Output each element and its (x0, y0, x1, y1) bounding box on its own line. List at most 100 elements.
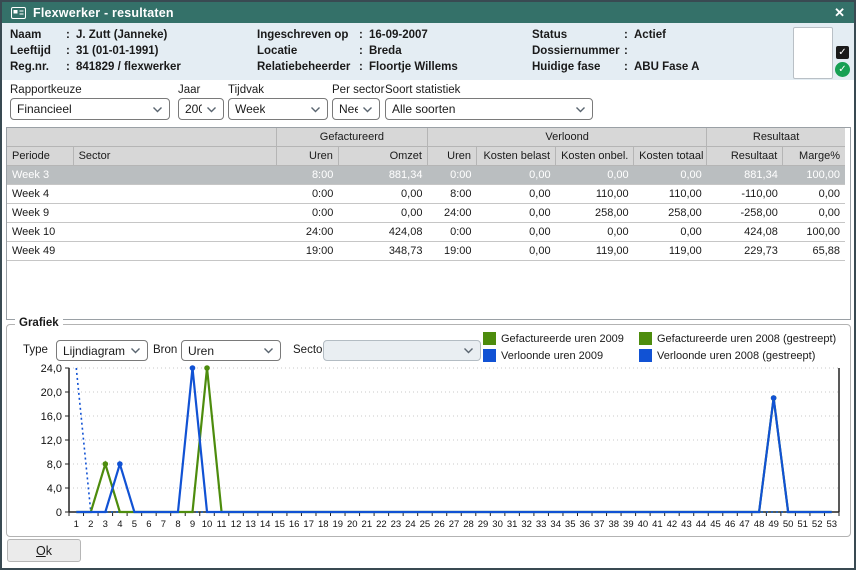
info-label: Ingeschreven op (257, 27, 359, 43)
table-cell: 0,00 (477, 242, 556, 261)
data-point (117, 461, 123, 467)
type-dropdown[interactable]: Lijndiagram (56, 340, 148, 361)
table-row[interactable]: Week 40:000,008:000,00110,00110,00-110,0… (7, 185, 845, 204)
group-header-cell: Resultaat (707, 128, 845, 147)
x-tick-label: 39 (623, 519, 634, 530)
table-cell: 881,34 (338, 166, 427, 185)
x-tick-label: 13 (245, 519, 256, 530)
x-tick-label: 41 (652, 519, 663, 530)
x-tick-label: 8 (175, 519, 180, 530)
table-group-header-row: GefactureerdVerloondResultaat (7, 128, 845, 147)
table-cell: 100,00 (783, 166, 845, 185)
x-tick-label: 22 (376, 519, 387, 530)
table-cell: 0,00 (338, 185, 427, 204)
table-cell (73, 223, 276, 242)
table-row[interactable]: Week 90:000,0024:000,00258,00258,00-258,… (7, 204, 845, 223)
filter-label-tijdvak: Tijdvak (228, 84, 264, 96)
column-header-cell: Uren (427, 147, 476, 166)
info-colon: : (359, 59, 369, 75)
ok-button[interactable]: Ok (7, 539, 81, 562)
info-value: Actief (634, 27, 666, 43)
chevron-down-icon (148, 106, 163, 113)
dropdown-value: 2009 (185, 102, 202, 116)
table-cell: 100,00 (783, 223, 845, 242)
table-cell: 0,00 (556, 166, 634, 185)
person-info-row: Leeftijd:31 (01-01-1991) (10, 43, 181, 59)
tijdvak-dropdown[interactable]: Week (228, 98, 328, 120)
x-tick-label: 16 (289, 519, 300, 530)
table-cell: 0,00 (634, 223, 707, 242)
table-cell: 110,00 (556, 185, 634, 204)
x-tick-label: 33 (536, 519, 547, 530)
column-header-cell: Kosten belast (477, 147, 556, 166)
close-icon[interactable]: ✕ (834, 2, 845, 23)
x-tick-label: 46 (725, 519, 736, 530)
y-tick-label: 4,0 (47, 483, 62, 495)
legend-item: Verloonde uren 2008 (gestreept) (639, 349, 836, 362)
chevron-down-icon (259, 347, 274, 354)
titlebar: Flexwerker - resultaten ✕ (2, 2, 854, 23)
y-tick-label: 12,0 (41, 435, 62, 447)
legend-swatch (483, 349, 496, 362)
legend-item: Verloonde uren 2009 (483, 349, 631, 362)
bron-dropdown[interactable]: Uren (181, 340, 281, 361)
flexwerker-results-window: Flexwerker - resultaten ✕ Naam:J. Zutt (… (0, 0, 856, 570)
table-cell: 0,00 (477, 166, 556, 185)
chevron-down-icon (306, 106, 321, 113)
x-tick-label: 45 (710, 519, 721, 530)
info-value: Breda (369, 43, 402, 59)
x-tick-label: 15 (274, 519, 285, 530)
rapportkeuze-dropdown[interactable]: Financieel (10, 98, 170, 120)
table-cell (73, 242, 276, 261)
filter-label-per-sector: Per sector (332, 84, 384, 96)
dropdown-value: Alle soorten (392, 102, 455, 116)
legend-label: Gefactureerde uren 2008 (gestreept) (657, 333, 836, 345)
data-point (771, 395, 777, 401)
table-cell: 424,08 (338, 223, 427, 242)
jaar-dropdown[interactable]: 2009 (178, 98, 224, 120)
column-header-cell: Periode (7, 147, 73, 166)
group-header-cell: Gefactureerd (276, 128, 427, 147)
column-header-cell: Marge% (783, 147, 845, 166)
x-tick-label: 50 (783, 519, 794, 530)
table-row[interactable]: Week 38:00881,340:000,000,000,00881,3410… (7, 166, 845, 185)
results-table-wrap: GefactureerdVerloondResultaatPeriodeSect… (6, 127, 851, 320)
data-point (103, 461, 109, 467)
x-tick-label: 51 (797, 519, 808, 530)
info-value: 16-09-2007 (369, 27, 428, 43)
table-cell: 0,00 (783, 185, 845, 204)
x-tick-label: 52 (812, 519, 823, 530)
person-info-col-2: Ingeschreven op:16-09-2007Locatie:BredaR… (257, 27, 458, 75)
per-sector-dropdown[interactable]: Nee (332, 98, 380, 120)
table-row[interactable]: Week 1024:00424,080:000,000,000,00424,08… (7, 223, 845, 242)
soort-statistiek-dropdown[interactable]: Alle soorten (385, 98, 593, 120)
table-cell: 258,00 (556, 204, 634, 223)
photo-placeholder (793, 27, 833, 79)
x-tick-label: 36 (579, 519, 590, 530)
dropdown-value: Financieel (17, 102, 72, 116)
info-label: Dossiernummer (532, 43, 624, 59)
grafiek-box-label: Grafiek (15, 317, 63, 329)
x-tick-label: 9 (190, 519, 195, 530)
person-info-panel: Naam:J. Zutt (Janneke)Leeftijd:31 (01-01… (2, 23, 854, 82)
info-colon: : (624, 59, 634, 75)
column-header-cell: Omzet (338, 147, 427, 166)
group-header-cell (7, 128, 276, 147)
info-label: Huidige fase (532, 59, 624, 75)
chevron-down-icon (459, 347, 474, 354)
chart-control-label-bron: Bron (153, 344, 177, 356)
checked-checkbox[interactable]: ✓ (836, 46, 849, 59)
x-tick-label: 18 (318, 519, 329, 530)
table-row[interactable]: Week 4919:00348,7319:000,00119,00119,002… (7, 242, 845, 261)
filter-label-soort-statistiek: Soort statistiek (385, 84, 460, 96)
person-info-row: Dossiernummer: (532, 43, 699, 59)
x-tick-label: 11 (217, 519, 227, 530)
table-cell: 424,08 (707, 223, 783, 242)
info-label: Status (532, 27, 624, 43)
dropdown-value: Week (235, 102, 265, 116)
table-cell: -110,00 (707, 185, 783, 204)
table-cell: 258,00 (634, 204, 707, 223)
x-tick-label: 14 (260, 519, 271, 530)
sector-dropdown (323, 340, 481, 361)
table-cell: Week 3 (7, 166, 73, 185)
